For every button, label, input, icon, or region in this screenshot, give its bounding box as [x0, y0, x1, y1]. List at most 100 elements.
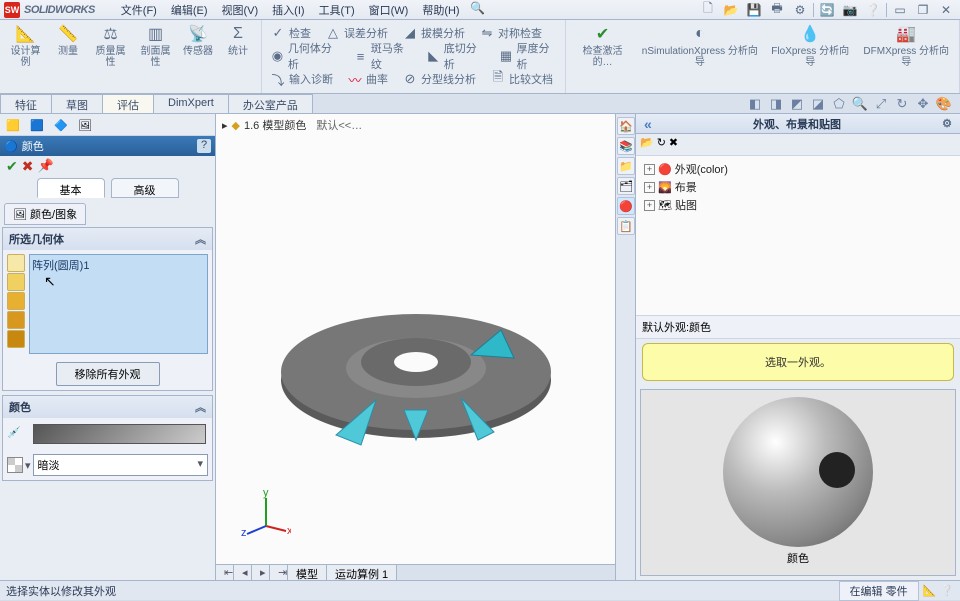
tree-row-scene[interactable]: +🌄布景: [644, 178, 952, 196]
status-options-icon[interactable]: ❔: [940, 584, 954, 597]
orientation-triad[interactable]: x y z: [241, 486, 291, 536]
menu-help[interactable]: 帮助(H): [416, 0, 465, 20]
ok-button[interactable]: ✔: [6, 158, 18, 175]
back-button[interactable]: «: [638, 116, 658, 132]
thickness-button[interactable]: ▦厚度分析: [497, 45, 560, 67]
task-config-icon[interactable]: ⚙: [936, 117, 958, 130]
tree-row-decal[interactable]: +🗺贴图: [644, 196, 952, 214]
home-tab-icon[interactable]: 🏠: [617, 117, 635, 135]
tab-dimxpert[interactable]: DimXpert: [153, 94, 229, 113]
basic-tab[interactable]: 基本: [37, 178, 105, 198]
graphics-viewport[interactable]: ▸ ◆ 1.6 模型颜色 默认<<… x y z ⇤ ◂: [216, 114, 616, 580]
feature-tree-tab[interactable]: 🟨: [2, 116, 24, 134]
display-tab[interactable]: 🖼: [74, 116, 96, 134]
section-props-button[interactable]: ▥剖面属性: [136, 22, 175, 70]
rotate-icon[interactable]: ↻: [892, 95, 912, 113]
minimize-button[interactable]: ▭: [890, 2, 910, 18]
options-icon[interactable]: ⚙: [790, 2, 810, 18]
advanced-tab[interactable]: 高级: [111, 178, 179, 198]
tree-row-appearance[interactable]: +🔴外观(color): [644, 160, 952, 178]
maximize-button[interactable]: ❐: [913, 2, 933, 18]
save-icon[interactable]: 💾: [744, 2, 764, 18]
pan-icon[interactable]: ✥: [913, 95, 933, 113]
selection-item[interactable]: 阵列(圆周)1: [32, 260, 89, 272]
iso-icon[interactable]: ◩: [787, 95, 807, 113]
tab-evaluate[interactable]: 评估: [102, 94, 154, 113]
zoom-fit-icon[interactable]: 🔍: [850, 95, 870, 113]
tab-scroll-next[interactable]: ▸: [252, 565, 270, 580]
check-active-button[interactable]: ✔检查激活的…: [572, 22, 632, 70]
zebra-button[interactable]: ≡斑马条纹: [351, 45, 414, 67]
filter-component[interactable]: [7, 330, 25, 348]
tab-scroll-prev[interactable]: ◂: [234, 565, 252, 580]
help-icon[interactable]: ❔: [863, 2, 883, 18]
statistics-button[interactable]: Σ统计: [221, 22, 255, 59]
filter-face[interactable]: [7, 254, 25, 272]
undercut-button[interactable]: ◣底切分析: [424, 45, 487, 67]
dfmxpress-button[interactable]: 🏭DFMXpress 分析向导: [859, 22, 953, 70]
remove-appearance-button[interactable]: 移除所有外观: [56, 362, 160, 386]
pin-button[interactable]: 📌: [37, 158, 53, 174]
menu-window[interactable]: 窗口(W): [363, 0, 415, 20]
sensor-button[interactable]: 📡传感器: [181, 22, 215, 59]
new-icon[interactable]: 🗋: [698, 2, 718, 18]
orient-icon[interactable]: ◧: [745, 95, 765, 113]
swatch-grid-button[interactable]: [7, 457, 23, 473]
section-view-icon[interactable]: ⬠: [829, 95, 849, 113]
selection-list[interactable]: 阵列(圆周)1 ↖: [29, 254, 208, 354]
floxpress-button[interactable]: 💧FloXpress 分析向导: [767, 22, 853, 70]
filter-part[interactable]: [7, 311, 25, 329]
menu-view[interactable]: 视图(V): [216, 0, 265, 20]
expand-icon[interactable]: +: [644, 182, 655, 193]
pm-help-button[interactable]: ?: [197, 139, 211, 153]
unit-system-icon[interactable]: 📐: [923, 584, 937, 597]
tab-motion-study[interactable]: 运动算例 1: [327, 565, 397, 580]
search-icon[interactable]: 🔍: [468, 0, 488, 16]
color-image-tab[interactable]: 🖼 颜色/图象: [4, 203, 86, 225]
print-icon[interactable]: 🖶: [767, 2, 787, 18]
display-style-icon[interactable]: ◪: [808, 95, 828, 113]
collapse-icon[interactable]: ︽: [195, 231, 206, 247]
collapse-icon[interactable]: ︽: [195, 399, 206, 415]
import-diag-button[interactable]: ⤵输入诊断: [268, 68, 335, 90]
tab-model[interactable]: 模型: [288, 565, 327, 580]
design-study-button[interactable]: 📐设计算例: [6, 22, 45, 70]
curvature-button[interactable]: 〰曲率: [345, 68, 390, 90]
filter-feature[interactable]: [7, 273, 25, 291]
appearance-preview[interactable]: 颜色: [640, 389, 956, 576]
view-cube-icon[interactable]: ◨: [766, 95, 786, 113]
filter-body[interactable]: [7, 292, 25, 310]
appearance-tree[interactable]: +🔴外观(color) +🌄布景 +🗺贴图: [636, 156, 960, 316]
parting-button[interactable]: ⊘分型线分析: [400, 68, 478, 90]
tab-sketch[interactable]: 草图: [51, 94, 103, 113]
close-button[interactable]: ✕: [936, 2, 956, 18]
section-header[interactable]: 颜色 ︽: [3, 396, 212, 418]
menu-insert[interactable]: 插入(I): [266, 0, 310, 20]
compare-button[interactable]: 🗎比较文档: [488, 68, 555, 90]
rebuild-icon[interactable]: 🔄: [817, 2, 837, 18]
menu-tools[interactable]: 工具(T): [313, 0, 361, 20]
file-explorer-icon[interactable]: 📁: [617, 157, 635, 175]
cancel-button[interactable]: ✖: [22, 158, 34, 175]
design-library-icon[interactable]: 📚: [617, 137, 635, 155]
screenshot-icon[interactable]: 📷: [840, 2, 860, 18]
mass-props-button[interactable]: ⚖质量属性: [91, 22, 130, 70]
expand-icon[interactable]: ▸: [222, 119, 228, 132]
tab-scroll-first[interactable]: ⇤: [216, 565, 234, 580]
section-header[interactable]: 所选几何体 ︽: [3, 228, 212, 250]
zoom-area-icon[interactable]: ⤢: [871, 95, 891, 113]
expand-icon[interactable]: +: [644, 200, 655, 211]
tab-scroll-last[interactable]: ⇥: [270, 565, 288, 580]
preset-dropdown[interactable]: 暗淡 ▾: [33, 454, 208, 476]
geometry-button[interactable]: ◉几何体分析: [268, 45, 341, 67]
refresh-icon[interactable]: ↻: [657, 136, 666, 153]
appearances-tab-icon[interactable]: 🔴: [617, 197, 635, 215]
delete-icon[interactable]: ✖: [669, 136, 678, 153]
menu-edit[interactable]: 编辑(E): [165, 0, 214, 20]
color-swatch[interactable]: [33, 424, 206, 444]
property-tab[interactable]: 🟦: [26, 116, 48, 134]
eyedropper-button[interactable]: 💉: [7, 422, 27, 446]
open-icon[interactable]: 📂: [721, 2, 741, 18]
config-tab[interactable]: 🔷: [50, 116, 72, 134]
custom-props-icon[interactable]: 📋: [617, 217, 635, 235]
